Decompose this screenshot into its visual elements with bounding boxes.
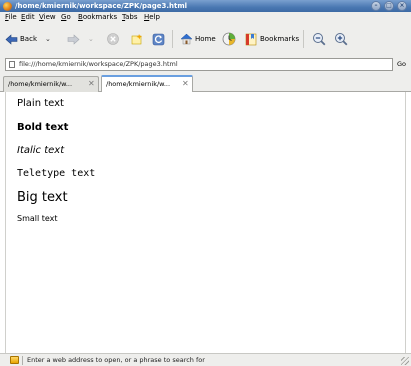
address-bar: file:///home/kmiernik/workspace/ZPK/page… bbox=[0, 56, 411, 73]
back-history-dropdown-icon[interactable]: ⌄ bbox=[45, 35, 51, 43]
close-button[interactable]: × bbox=[397, 1, 407, 11]
history-button[interactable] bbox=[222, 31, 236, 47]
new-tab-button[interactable] bbox=[130, 31, 143, 47]
stop-icon bbox=[107, 33, 119, 45]
zoom-in-button[interactable] bbox=[334, 31, 348, 47]
tab-strip: /home/kmiernik/w... ✕ /home/kmiernik/w..… bbox=[0, 73, 411, 93]
menu-edit[interactable]: Edit bbox=[21, 12, 35, 23]
window-title: /home/kmiernik/workspace/ZPK/page3.html bbox=[15, 2, 188, 10]
bookmarks-label: Bookmarks bbox=[260, 35, 300, 43]
history-clock-icon bbox=[222, 32, 236, 46]
home-label: Home bbox=[195, 35, 216, 43]
bold-text: Bold text bbox=[17, 122, 69, 133]
reload-button[interactable] bbox=[152, 31, 165, 47]
zoom-in-icon bbox=[335, 33, 348, 46]
toolbar-separator bbox=[303, 30, 304, 48]
bookmarks-button[interactable]: Bookmarks bbox=[245, 31, 299, 47]
maximize-button[interactable]: □ bbox=[384, 1, 394, 11]
folder-status-icon bbox=[10, 356, 19, 364]
back-button[interactable]: Back ⌄ bbox=[5, 31, 51, 47]
tab-close-icon[interactable]: ✕ bbox=[88, 77, 95, 91]
back-arrow-icon bbox=[5, 33, 18, 45]
home-icon bbox=[180, 33, 193, 45]
browser-app-icon bbox=[3, 2, 12, 11]
menu-file[interactable]: File bbox=[5, 12, 17, 23]
big-text: Big text bbox=[17, 190, 68, 205]
menu-view[interactable]: View bbox=[39, 12, 56, 23]
page-icon bbox=[9, 61, 15, 68]
toolbar-separator bbox=[172, 30, 173, 48]
zoom-out-icon bbox=[313, 33, 326, 46]
menu-tabs[interactable]: Tabs bbox=[122, 12, 138, 23]
tab-title: /home/kmiernik/w... bbox=[8, 80, 73, 88]
zoom-out-button[interactable] bbox=[312, 31, 326, 47]
teletype-text: Teletype text bbox=[17, 168, 96, 179]
go-button[interactable]: Go bbox=[397, 58, 406, 71]
minimize-button[interactable]: – bbox=[371, 1, 381, 11]
italic-text: Italic text bbox=[17, 145, 65, 156]
tab-2-active[interactable]: /home/kmiernik/w... ✕ bbox=[101, 75, 193, 93]
navigation-toolbar: Back ⌄ ⌄ Home Bookmarks bbox=[0, 23, 411, 56]
forward-arrow-icon bbox=[67, 33, 80, 45]
resize-grip[interactable] bbox=[401, 357, 409, 365]
reload-icon bbox=[152, 33, 165, 45]
tab-title: /home/kmiernik/w... bbox=[106, 80, 171, 88]
tab-1[interactable]: /home/kmiernik/w... ✕ bbox=[3, 76, 99, 92]
url-input[interactable]: file:///home/kmiernik/workspace/ZPK/page… bbox=[5, 58, 393, 71]
url-text: file:///home/kmiernik/workspace/ZPK/page… bbox=[19, 60, 178, 68]
forward-history-dropdown-icon[interactable]: ⌄ bbox=[88, 35, 94, 43]
new-tab-icon bbox=[131, 33, 142, 44]
bookmarks-book-icon bbox=[245, 33, 257, 45]
title-bar[interactable]: /home/kmiernik/workspace/ZPK/page3.html … bbox=[0, 0, 411, 12]
menu-bookmarks[interactable]: Bookmarks bbox=[78, 12, 117, 23]
forward-button[interactable]: ⌄ bbox=[67, 31, 94, 47]
back-label: Back bbox=[20, 35, 37, 43]
status-separator bbox=[22, 356, 23, 365]
page-content: Plain text Bold text Italic text Teletyp… bbox=[5, 92, 406, 353]
menu-help[interactable]: Help bbox=[144, 12, 160, 23]
status-text: Enter a web address to open, or a phrase… bbox=[27, 356, 205, 364]
menu-bar: File Edit View Go Bookmarks Tabs Help bbox=[0, 12, 411, 23]
plain-text: Plain text bbox=[17, 98, 64, 109]
menu-go[interactable]: Go bbox=[61, 12, 71, 23]
home-button[interactable]: Home bbox=[180, 31, 216, 47]
status-bar: Enter a web address to open, or a phrase… bbox=[0, 353, 411, 366]
stop-button[interactable] bbox=[107, 31, 119, 47]
small-text: Small text bbox=[17, 214, 58, 223]
tab-close-icon[interactable]: ✕ bbox=[182, 77, 189, 91]
